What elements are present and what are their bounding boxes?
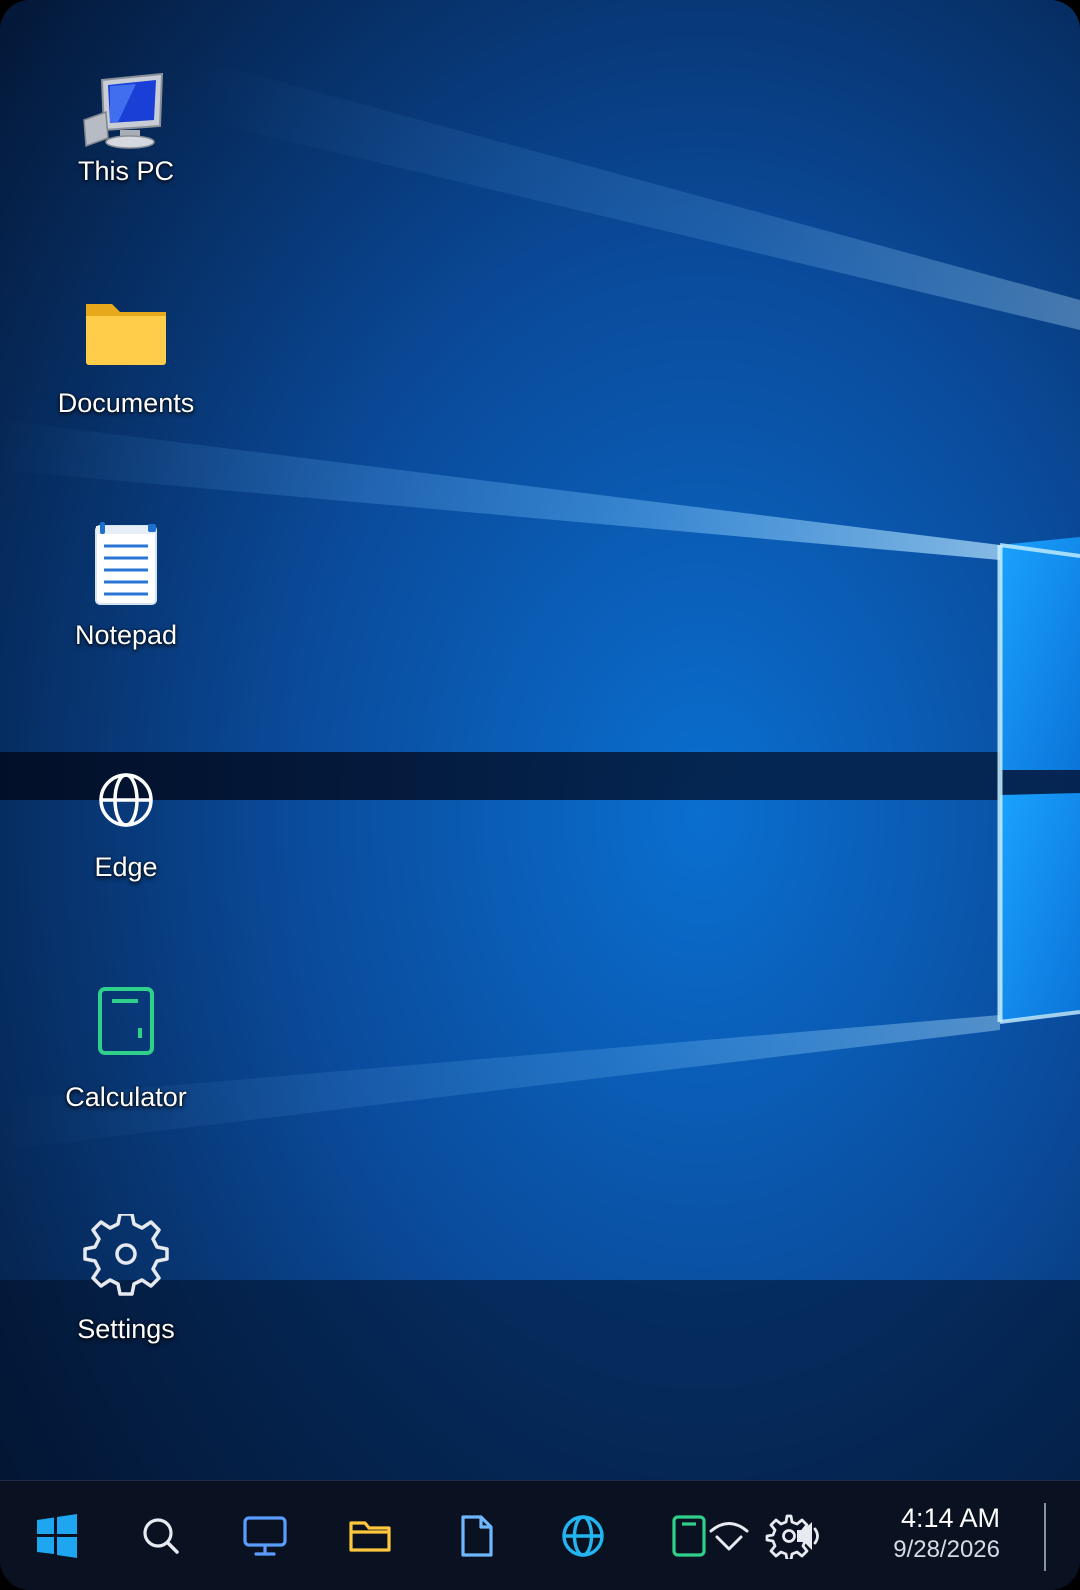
search-button[interactable] <box>124 1499 198 1573</box>
notepad-icon <box>95 522 157 605</box>
gear-icon <box>83 1214 169 1296</box>
monitor-icon <box>243 1516 287 1556</box>
globe-icon <box>99 773 153 827</box>
taskbar-file-explorer-button[interactable] <box>333 1499 407 1573</box>
desktop-icon-settings[interactable]: Settings <box>26 1214 226 1414</box>
calculator-icon <box>98 987 154 1055</box>
windows-logo-icon <box>37 1514 77 1558</box>
desktop-icon-label: Documents <box>57 388 195 418</box>
desktop-icon-label: Notepad <box>74 620 178 650</box>
taskbar-this-pc-button[interactable] <box>228 1499 302 1573</box>
clock-date: 9/28/2026 <box>893 1536 1000 1563</box>
wifi-icon <box>709 1522 749 1551</box>
start-button[interactable] <box>20 1499 94 1573</box>
desktop-screen: This PC Documents Notepad Edge Calculato… <box>0 0 1080 1590</box>
desktop-icon-edge[interactable]: Edge <box>26 752 226 952</box>
system-tray <box>706 1499 854 1573</box>
desktop-icon-label: Settings <box>77 1314 175 1344</box>
desktop-icon-notepad[interactable]: Notepad <box>26 522 226 722</box>
desktop-icon-this-pc[interactable]: This PC <box>26 60 226 260</box>
search-icon <box>143 1518 179 1554</box>
computer-icon <box>83 72 164 149</box>
taskbar-notepad-button[interactable] <box>440 1499 514 1573</box>
calculator-icon <box>672 1515 706 1557</box>
volume-icon <box>797 1522 819 1550</box>
clock-time: 4:14 AM <box>900 1503 1000 1533</box>
desktop-icon-documents[interactable]: Documents <box>26 290 226 490</box>
desktop-icon-label: Edge <box>94 852 158 882</box>
folder-icon <box>86 304 166 365</box>
taskbar-clock[interactable]: 4:14 AM 9/28/2026 <box>893 1501 1000 1565</box>
file-icon <box>461 1515 493 1557</box>
folder-icon <box>349 1521 391 1552</box>
wifi-button[interactable] <box>706 1513 752 1559</box>
taskbar-edge-button[interactable] <box>546 1499 620 1573</box>
globe-icon <box>562 1515 604 1557</box>
taskbar: 4:14 AM 9/28/2026 <box>0 1480 1080 1590</box>
desktop-icon-calculator[interactable]: Calculator <box>26 984 226 1184</box>
desktop-icon-label: Calculator <box>65 1082 187 1112</box>
desktop-icon-label: This PC <box>77 156 175 186</box>
show-desktop-button[interactable] <box>1044 1503 1046 1571</box>
quick-settings-button[interactable] <box>764 1508 854 1564</box>
